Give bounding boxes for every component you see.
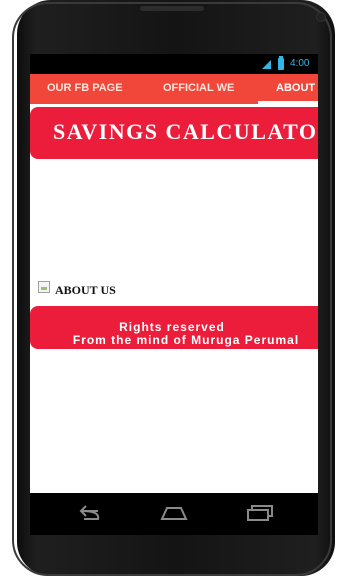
signal-icon xyxy=(262,60,271,69)
status-time: 4:00 xyxy=(290,58,310,69)
active-tab-indicator xyxy=(258,101,318,104)
battery-icon xyxy=(278,56,284,70)
footer-rights-text: Rights reserved xyxy=(119,320,225,334)
broken-image-icon xyxy=(38,281,50,293)
recent-apps-icon[interactable] xyxy=(244,502,274,524)
about-us-label: ABOUT US xyxy=(55,283,116,297)
speaker-grille xyxy=(140,6,204,11)
tab-fb-page[interactable]: OUR FB PAGE xyxy=(47,74,123,104)
back-icon[interactable] xyxy=(74,502,104,524)
footer-banner: Rights reserved From the mind of Muruga … xyxy=(30,306,318,349)
navigation-bar xyxy=(30,493,318,535)
footer-author-text: From the mind of Muruga Perumal xyxy=(72,333,300,347)
status-bar: 4:00 xyxy=(30,54,318,74)
tab-official-website[interactable]: OFFICIAL WE xyxy=(163,74,245,104)
front-camera xyxy=(316,12,326,22)
app-screen: 4:00 OUR FB PAGE OFFICIAL WE ABOUT SAVIN… xyxy=(30,54,318,493)
page-title: SAVINGS CALCULATO xyxy=(53,119,318,144)
tab-bar: OUR FB PAGE OFFICIAL WE ABOUT xyxy=(30,74,318,104)
header-banner: SAVINGS CALCULATO xyxy=(30,107,318,159)
tab-about[interactable]: ABOUT xyxy=(258,74,318,104)
home-icon[interactable] xyxy=(159,502,189,524)
